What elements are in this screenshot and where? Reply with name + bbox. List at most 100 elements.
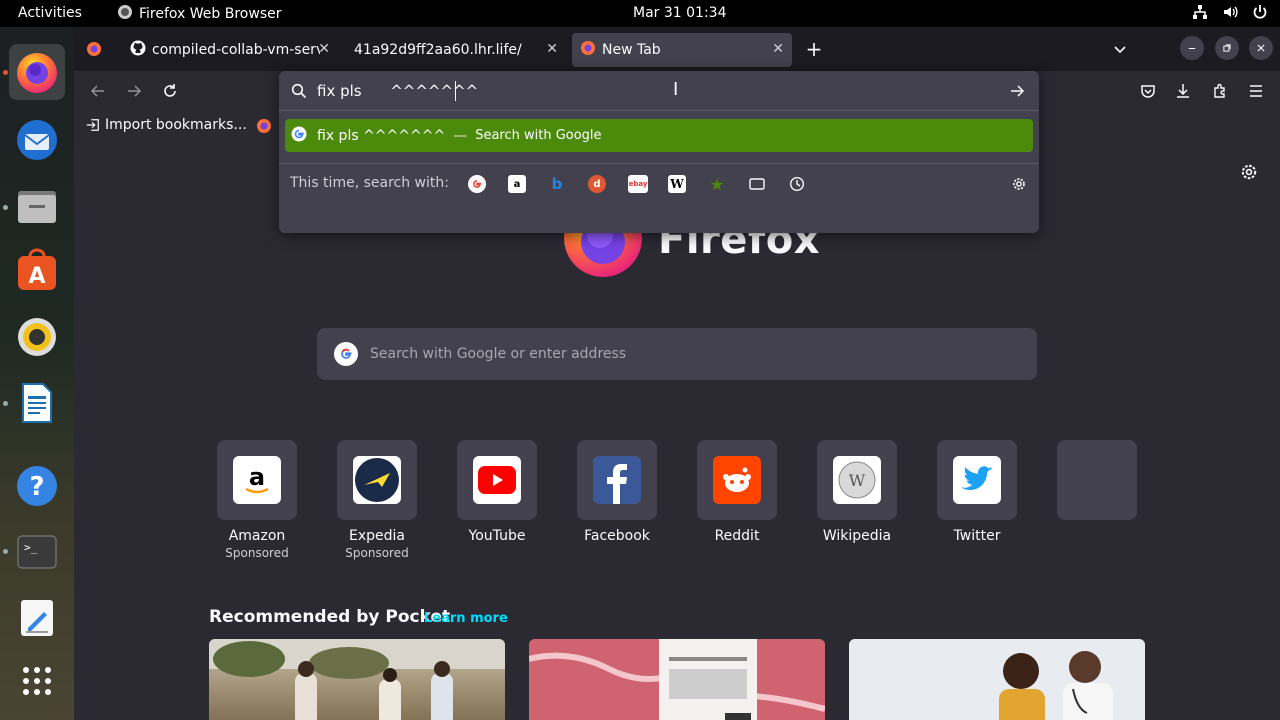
top-site-label: Reddit	[714, 528, 760, 544]
pocket-learn-more-link[interactable]: Learn more	[424, 611, 508, 626]
firefox-icon	[580, 40, 596, 60]
tabs-icon[interactable]	[748, 175, 766, 193]
list-all-tabs-chevron-icon[interactable]	[1106, 35, 1134, 63]
new-tab-button[interactable]: +	[800, 35, 828, 63]
url-input[interactable]: fix pls ^^^^^^^	[317, 79, 997, 103]
bing-engine-icon[interactable]: b	[548, 175, 566, 193]
pocket-story-image[interactable]	[529, 639, 825, 720]
firefox-view-button[interactable]	[80, 35, 108, 63]
import-bookmarks-button[interactable]: Import bookmarks...	[86, 117, 247, 133]
dock-text-editor[interactable]	[9, 590, 65, 646]
twitter-icon	[953, 456, 1001, 504]
import-icon	[86, 119, 99, 131]
tab-strip: compiled-collab-vm-serve ✕ 41a92d9ff2aa6…	[74, 27, 1280, 71]
minimize-button[interactable]	[1180, 36, 1204, 60]
tab-new-tab[interactable]: New Tab ✕	[572, 33, 792, 67]
svg-text:?: ?	[29, 472, 44, 502]
running-indicator	[3, 401, 8, 406]
youtube-icon	[473, 456, 521, 504]
network-icon[interactable]	[1192, 4, 1208, 24]
dock-files[interactable]	[9, 178, 65, 234]
one-offs-label: This time, search with:	[290, 175, 449, 191]
clock[interactable]: Mar 31 01:34	[633, 5, 726, 21]
pocket-button[interactable]	[1134, 77, 1162, 105]
volume-icon[interactable]	[1222, 4, 1238, 24]
url-input-row: fix pls ^^^^^^^ I	[279, 71, 1039, 111]
amazon-icon: a	[233, 456, 281, 504]
app-grid-icon	[23, 667, 51, 695]
forward-button[interactable]	[120, 77, 148, 105]
search-suggestion-row[interactable]: fix pls ^^^^^^^ — Search with Google	[285, 119, 1033, 152]
top-site-label: Facebook	[584, 528, 650, 544]
back-button[interactable]	[84, 77, 112, 105]
google-engine-icon[interactable]	[468, 175, 486, 193]
top-site-youtube[interactable]: YouTube	[437, 440, 557, 544]
sponsored-label: Sponsored	[345, 546, 409, 560]
hamburger-icon	[1250, 85, 1262, 97]
bookmarks-star-icon[interactable]: ★	[708, 175, 726, 194]
activities-button[interactable]: Activities	[18, 5, 82, 21]
files-icon	[18, 191, 56, 223]
amazon-engine-icon[interactable]: a	[508, 175, 526, 193]
newtab-search-box[interactable]: Search with Google or enter address	[317, 328, 1037, 380]
top-site-expedia[interactable]: Expedia Sponsored	[317, 440, 437, 560]
puzzle-icon	[1214, 83, 1225, 98]
history-clock-icon[interactable]	[788, 175, 806, 193]
close-tab-icon[interactable]: ✕	[546, 41, 558, 57]
top-site-label: Wikipedia	[822, 528, 892, 544]
downloads-button[interactable]	[1169, 77, 1197, 105]
wikipedia-engine-icon[interactable]: W	[668, 175, 686, 193]
pocket-story-image[interactable]	[849, 639, 1145, 720]
close-tab-icon[interactable]: ✕	[318, 41, 330, 57]
firefox-icon	[87, 42, 101, 56]
extensions-button[interactable]	[1206, 77, 1234, 105]
tab-title: New Tab	[602, 42, 661, 58]
dock-rhythmbox[interactable]	[9, 309, 65, 365]
reload-button[interactable]	[156, 77, 184, 105]
dock-show-applications[interactable]	[9, 653, 65, 709]
duckduckgo-engine-icon[interactable]: d	[588, 175, 606, 193]
newtab-search-placeholder: Search with Google or enter address	[370, 346, 627, 362]
close-tab-icon[interactable]: ✕	[772, 41, 784, 57]
ebay-engine-icon[interactable]: ebay	[628, 175, 648, 193]
arrow-left-icon	[90, 85, 104, 97]
dock-terminal[interactable]: >_	[9, 524, 65, 580]
running-indicator	[3, 70, 8, 75]
firefox-window: compiled-collab-vm-serve ✕ 41a92d9ff2aa6…	[74, 27, 1280, 720]
system-tray[interactable]	[1192, 4, 1268, 24]
tab-title: compiled-collab-vm-serve	[152, 42, 320, 58]
pocket-icon	[1141, 85, 1155, 98]
i-beam-cursor-icon: I	[673, 79, 679, 100]
tab-github[interactable]: compiled-collab-vm-serve ✕	[120, 33, 338, 67]
top-site-empty[interactable]	[1037, 440, 1157, 520]
go-arrow-icon[interactable]	[1009, 83, 1025, 103]
sponsored-label: Sponsored	[225, 546, 289, 560]
suggestion-dash: —	[453, 127, 468, 144]
top-site-wikipedia[interactable]: W Wikipedia	[797, 440, 917, 544]
dock-software[interactable]: A	[9, 243, 65, 299]
top-site-amazon[interactable]: a Amazon Sponsored	[197, 440, 317, 560]
top-site-twitter[interactable]: Twitter	[917, 440, 1037, 544]
close-window-button[interactable]	[1249, 36, 1273, 60]
dock-help[interactable]: ?	[9, 458, 65, 514]
pocket-story-image[interactable]	[209, 639, 505, 720]
restore-button[interactable]	[1215, 36, 1239, 60]
personalize-gear-icon[interactable]	[1240, 163, 1258, 185]
top-site-label: Twitter	[953, 528, 1001, 544]
power-icon[interactable]	[1252, 4, 1268, 24]
tab-title: 41a92d9ff2aa60.lhr.life/	[354, 42, 522, 58]
gnome-top-bar: Activities Firefox Web Browser Mar 31 01…	[0, 0, 1280, 27]
search-settings-gear-icon[interactable]	[1010, 175, 1028, 193]
app-menu[interactable]: Firefox Web Browser	[117, 4, 282, 24]
firefox-bookmark-icon[interactable]	[256, 118, 272, 138]
dock-thunderbird[interactable]	[9, 112, 65, 168]
empty-tile[interactable]	[1057, 440, 1137, 520]
running-indicator	[3, 549, 8, 554]
tab-lhr-life[interactable]: 41a92d9ff2aa60.lhr.life/ ✕	[344, 33, 566, 67]
app-menu-button[interactable]	[1242, 77, 1270, 105]
dock-libreoffice-writer[interactable]	[9, 375, 65, 431]
top-site-reddit[interactable]: Reddit	[677, 440, 797, 544]
app-store-icon: A	[18, 248, 56, 290]
dock-firefox[interactable]	[9, 44, 65, 100]
top-site-facebook[interactable]: Facebook	[557, 440, 677, 544]
